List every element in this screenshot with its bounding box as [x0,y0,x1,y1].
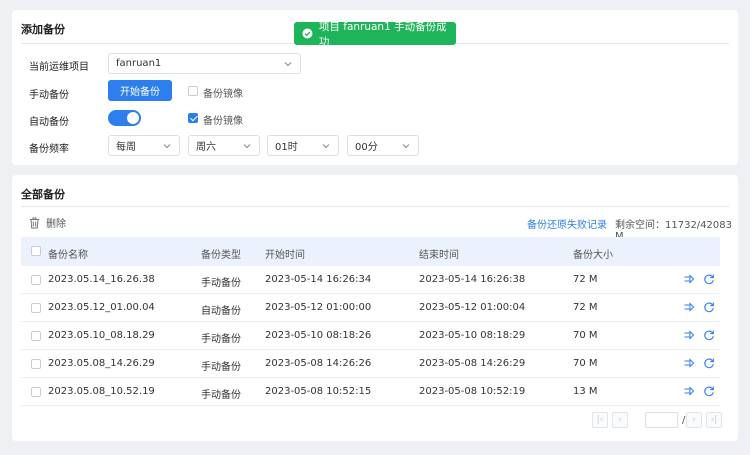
row-checkbox[interactable] [31,331,41,341]
row-start: 2023-05-10 08:18:26 [265,330,372,341]
project-label: 当前运维项目 [29,62,89,73]
auto-mirror-label: 备份镜像 [203,116,243,127]
row-name: 2023.05.14_16.26.38 [48,274,155,285]
page-number-input[interactable] [645,412,678,428]
frequency-label: 备份频率 [29,144,69,155]
frequency-hour-value: 01时 [275,142,298,153]
refresh-icon[interactable] [703,301,715,313]
all-backups-panel: 全部备份 删除 备份还原失败记录 剩余空间：11732/42083 M 备份名称… [12,175,738,441]
row-checkbox[interactable] [31,275,41,285]
row-start: 2023-05-12 01:00:00 [265,302,372,313]
failure-records-link[interactable]: 备份还原失败记录 [527,216,607,231]
row-type: 手动备份 [201,362,241,373]
refresh-icon[interactable] [703,385,715,397]
divider [21,206,729,207]
auto-mirror-checkbox[interactable] [188,113,198,123]
row-name: 2023.05.12_01.00.04 [48,302,155,313]
refresh-icon[interactable] [703,273,715,285]
row-end: 2023-05-08 10:52:19 [419,386,526,397]
start-backup-button[interactable]: 开始备份 [108,80,172,101]
row-size: 72 M [573,274,598,285]
select-all-checkbox[interactable] [31,246,41,256]
frequency-weekday-select[interactable]: 周六 [188,135,260,156]
row-start: 2023-05-08 10:52:15 [265,386,372,397]
last-page-button[interactable]: ›| [706,412,722,428]
column-start: 开始时间 [265,250,305,261]
table-row: 2023.05.10_08.18.29 手动备份 2023-05-10 08:1… [21,322,720,350]
table-row: 2023.05.12_01.00.04 自动备份 2023-05-12 01:0… [21,294,720,322]
row-name: 2023.05.10_08.18.29 [48,330,155,341]
trash-icon [30,217,39,228]
chevron-down-icon [243,144,251,149]
row-type: 手动备份 [201,390,241,401]
auto-backup-label: 自动备份 [29,117,69,128]
row-type: 手动备份 [201,334,241,345]
check-circle-icon [302,28,313,39]
row-end: 2023-05-10 08:18:29 [419,330,526,341]
row-start: 2023-05-08 14:26:26 [265,358,372,369]
row-start: 2023-05-14 16:26:34 [265,274,372,285]
table-row: 2023.05.08_10.52.19 手动备份 2023-05-08 10:5… [21,378,720,406]
row-size: 70 M [573,358,598,369]
frequency-minute-value: 00分 [355,142,378,153]
row-type: 自动备份 [201,306,241,317]
row-end: 2023-05-08 14:26:29 [419,358,526,369]
chevron-down-icon [163,144,171,149]
restore-icon[interactable] [683,385,695,397]
column-end: 结束时间 [419,250,459,261]
first-page-button[interactable]: |‹ [592,412,608,428]
toast-message: 项目 fanruan1 手动备份成功 [318,20,447,48]
column-type: 备份类型 [201,250,241,261]
row-size: 13 M [573,386,598,397]
delete-label: 删除 [46,219,66,230]
project-value: fanruan1 [116,58,162,69]
restore-icon[interactable] [683,357,695,369]
success-toast: 项目 fanruan1 手动备份成功 [294,21,456,48]
add-backup-title: 添加备份 [21,23,65,36]
next-page-button[interactable]: › [686,412,702,428]
chevron-down-icon [402,144,410,149]
frequency-minute-select[interactable]: 00分 [347,135,419,156]
restore-icon[interactable] [683,273,695,285]
delete-button[interactable]: 删除 [29,215,66,230]
refresh-icon[interactable] [703,357,715,369]
auto-backup-toggle[interactable] [108,110,141,126]
manual-backup-label: 手动备份 [29,90,69,101]
table-header: 备份名称 备份类型 开始时间 结束时间 备份大小 [21,237,720,266]
row-name: 2023.05.08_10.52.19 [48,386,155,397]
row-end: 2023-05-14 16:26:38 [419,274,526,285]
restore-icon[interactable] [683,301,695,313]
row-size: 70 M [573,330,598,341]
restore-icon[interactable] [683,329,695,341]
row-end: 2023-05-12 01:00:04 [419,302,526,313]
prev-page-button[interactable]: ‹ [612,412,628,428]
row-checkbox[interactable] [31,303,41,313]
manual-mirror-label: 备份镜像 [203,89,243,100]
table-row: 2023.05.08_14.26.29 手动备份 2023-05-08 14:2… [21,350,720,378]
frequency-hour-select[interactable]: 01时 [267,135,339,156]
row-name: 2023.05.08_14.26.29 [48,358,155,369]
project-select[interactable]: fanruan1 [108,53,301,74]
row-checkbox[interactable] [31,387,41,397]
row-size: 72 M [573,302,598,313]
all-backups-title: 全部备份 [21,188,65,201]
frequency-period-select[interactable]: 每周 [108,135,180,156]
row-type: 手动备份 [201,278,241,289]
chevron-down-icon [284,62,292,67]
frequency-weekday-value: 周六 [196,142,216,153]
chevron-down-icon [322,144,330,149]
frequency-period-value: 每周 [116,142,136,153]
column-name: 备份名称 [48,250,88,261]
row-checkbox[interactable] [31,359,41,369]
table-row: 2023.05.14_16.26.38 手动备份 2023-05-14 16:2… [21,266,720,294]
column-size: 备份大小 [573,250,613,261]
manual-mirror-checkbox[interactable] [188,86,198,96]
refresh-icon[interactable] [703,329,715,341]
